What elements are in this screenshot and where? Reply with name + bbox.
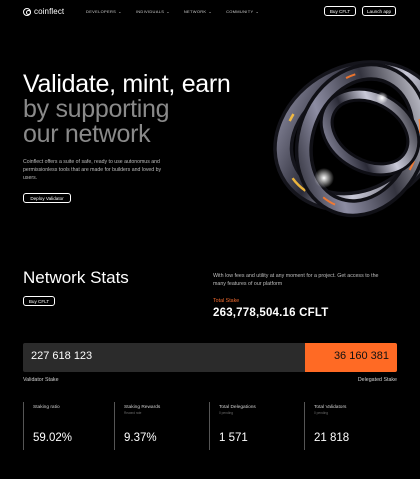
stat-card-value: 21 818 xyxy=(314,432,350,444)
main-nav: DEVELOPERS ⌄ INDIVIDUALS ⌄ NETWORK ⌄ COM… xyxy=(86,9,259,14)
stat-card-value: 59.02% xyxy=(33,432,73,444)
stat-card-total-delegations: Total Delegations 0 pending 1 571 xyxy=(209,402,299,450)
hero-description: Coinflect offers a suite of safe, ready … xyxy=(23,159,162,181)
nav-item-community[interactable]: COMMUNITY ⌄ xyxy=(226,9,259,14)
nav-item-label: INDIVIDUALS xyxy=(135,9,165,14)
light-glare xyxy=(314,168,334,188)
stat-card-label: Staking Rewards xyxy=(124,405,161,410)
validator-stake-value: 227 618 123 xyxy=(31,350,93,362)
nav-item-network[interactable]: NETWORK ⌄ xyxy=(184,9,212,14)
buy-cflt-button[interactable]: Buy CFLT xyxy=(324,6,356,16)
stat-card-value: 1 571 xyxy=(219,432,248,444)
stat-card-sub: Reward rate xyxy=(124,411,142,415)
chevron-down-icon: ⌄ xyxy=(166,9,170,14)
logo-icon xyxy=(23,7,31,16)
nav-item-label: DEVELOPERS xyxy=(86,9,117,14)
delegated-stake-label: Delegated Stake xyxy=(357,377,397,383)
launch-app-button[interactable]: Launch app xyxy=(362,6,396,16)
logo-text: coinflect xyxy=(34,7,65,16)
stake-distribution-bar: 227 618 123 36 160 381 xyxy=(23,343,397,372)
stat-card-label: Total Delegations xyxy=(219,405,256,410)
light-glare xyxy=(376,92,388,104)
chevron-down-icon: ⌄ xyxy=(255,9,260,14)
total-stake-value: 263,778,504.16 CFLT xyxy=(213,307,329,319)
nav-item-developers[interactable]: DEVELOPERS ⌄ xyxy=(86,9,122,14)
network-stats-description: With low fees and utility at any moment … xyxy=(213,273,379,287)
stat-card-total-validators: Total Validators 0 pending 21 818 xyxy=(304,402,397,450)
nav-item-individuals[interactable]: INDIVIDUALS ⌄ xyxy=(136,9,170,14)
total-stake-label: Total Stake xyxy=(213,298,240,304)
buy-cflt-button-secondary[interactable]: Buy CFLT xyxy=(23,296,55,306)
stat-card-staking-ratio: Staking ratio 59.02% xyxy=(23,402,113,450)
hero-title: Validate, mint, earn by supporting our n… xyxy=(23,72,231,147)
stat-card-label: Total Validators xyxy=(314,405,347,410)
network-stats-title: Network Stats xyxy=(23,268,129,287)
hero-rings-illustration xyxy=(273,60,420,218)
site-header: coinflect DEVELOPERS ⌄ INDIVIDUALS ⌄ NET… xyxy=(0,0,420,24)
hero-title-line-3: our network xyxy=(23,120,151,148)
logo[interactable]: coinflect xyxy=(23,7,64,16)
delegated-stake-value: 36 160 381 xyxy=(333,350,389,362)
deploy-validator-button[interactable]: Deploy Validator xyxy=(23,193,71,203)
stat-card-sub: 0 pending xyxy=(314,411,329,415)
stat-card-sub: 0 pending xyxy=(219,411,234,415)
validator-stake-label: Validator Stake xyxy=(23,377,59,383)
nav-item-label: COMMUNITY xyxy=(226,9,254,14)
stat-card-staking-rewards: Staking Rewards Reward rate 9.37% xyxy=(114,402,204,450)
hero-title-line-2: by supporting xyxy=(23,95,170,123)
nav-item-label: NETWORK xyxy=(183,9,207,14)
hero-title-line-1: Validate, mint, earn xyxy=(23,70,231,98)
chevron-down-icon: ⌄ xyxy=(208,9,213,14)
stat-card-label: Staking ratio xyxy=(33,405,60,410)
chevron-down-icon: ⌄ xyxy=(118,9,122,14)
stat-card-value: 9.37% xyxy=(124,432,157,444)
